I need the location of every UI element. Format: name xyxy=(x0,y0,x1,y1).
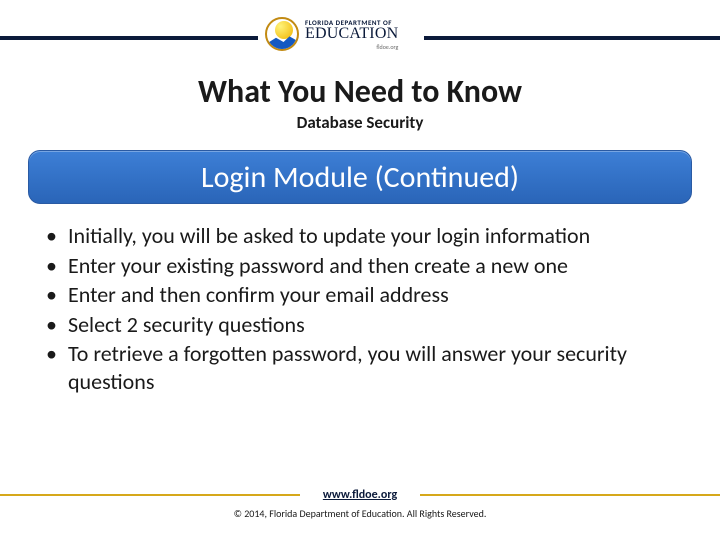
logo-url-line: fldoe.org xyxy=(376,44,398,50)
header-rule-right xyxy=(424,36,720,40)
logo-text: FLORIDA DEPARTMENT OF EDUCATION fldoe.or… xyxy=(305,19,398,50)
page-title: What You Need to Know xyxy=(0,72,720,111)
org-logo: FLORIDA DEPARTMENT OF EDUCATION fldoe.or… xyxy=(265,10,423,58)
list-item: To retrieve a forgotten password, you wi… xyxy=(42,340,678,395)
logo-icon xyxy=(265,17,299,51)
footer-link[interactable]: www.fldoe.org xyxy=(323,488,397,502)
list-item: Enter and then confirm your email addres… xyxy=(42,281,678,309)
section-heading: Login Module (Continued) xyxy=(201,159,519,196)
bullet-list: Initially, you will be asked to update y… xyxy=(42,222,678,397)
header-rule-left xyxy=(0,36,258,40)
list-item: Enter your existing password and then cr… xyxy=(42,252,678,280)
logo-edu-line: EDUCATION xyxy=(305,26,398,42)
footer-copyright: © 2014, Florida Department of Education.… xyxy=(0,507,720,520)
section-heading-pill: Login Module (Continued) xyxy=(28,150,692,204)
list-item: Initially, you will be asked to update y… xyxy=(42,222,678,250)
list-item: Select 2 security questions xyxy=(42,311,678,339)
footer: www.fldoe.org © 2014, Florida Department… xyxy=(0,484,720,520)
page-subtitle: Database Security xyxy=(0,112,720,133)
